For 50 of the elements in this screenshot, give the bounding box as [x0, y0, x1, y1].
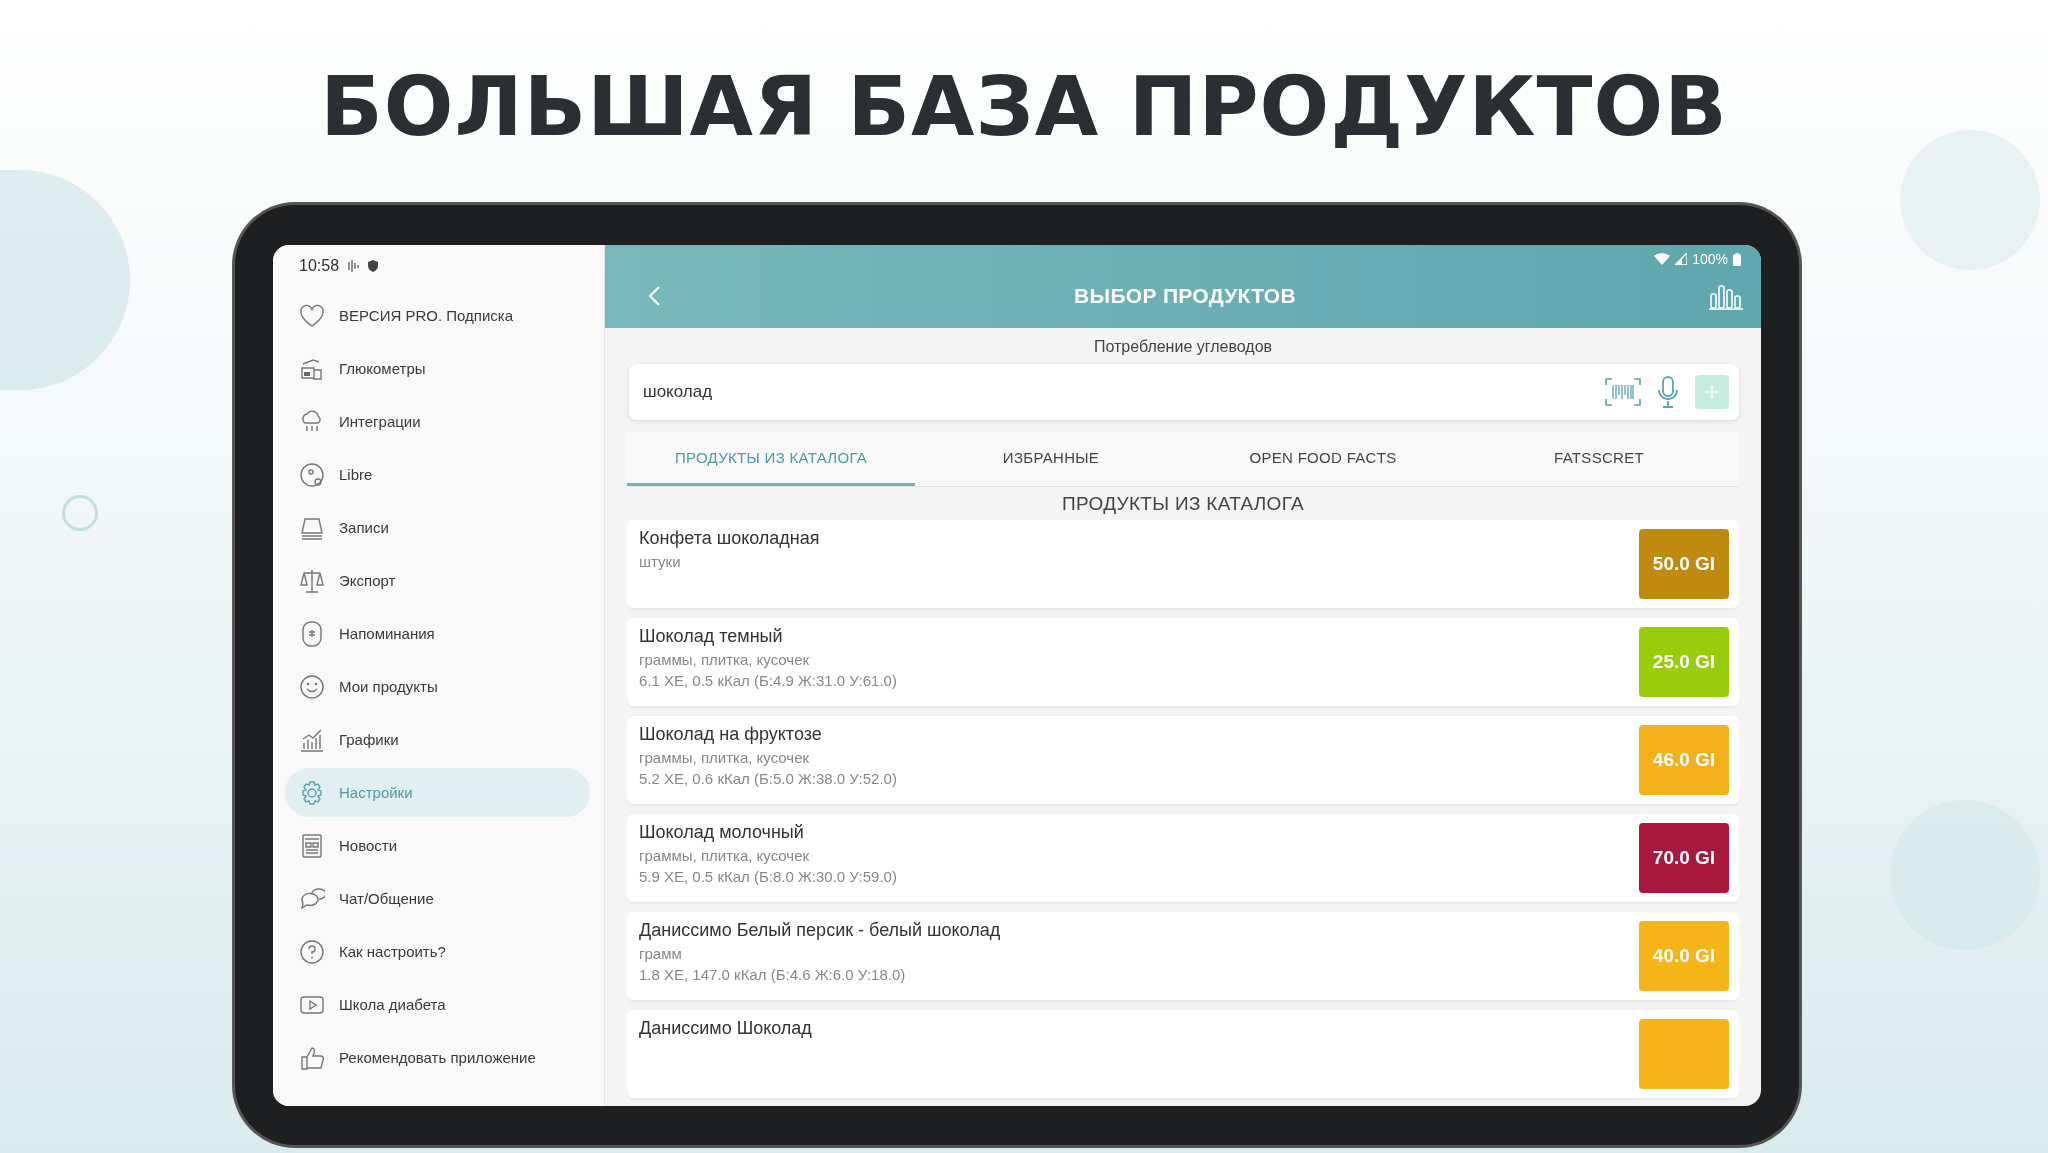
section-title: ПРОДУКТЫ ИЗ КАТАЛОГА — [1061, 493, 1305, 515]
menu-item[interactable]: Графики — [285, 715, 590, 764]
product-units: граммы, плитка, кусочек — [639, 749, 811, 766]
menu-item[interactable]: Рекомендовать приложение — [285, 1033, 590, 1082]
menu-item[interactable]: Школа диабета — [285, 980, 590, 1029]
product-name: Шоколад темный — [639, 626, 784, 647]
product-units: граммы, плитка, кусочек — [639, 651, 811, 668]
search-field[interactable]: шоколад — [629, 364, 1739, 420]
product-name: Даниссимо Шоколад — [639, 1018, 812, 1039]
menu-item[interactable]: ВЕРСИЯ PRO. Подписка — [285, 291, 590, 340]
gi-badge: 25.0 GI — [1639, 627, 1729, 697]
product-nutrition: 1.8 ХЕ, 147.0 кКал (Б:4.6 Ж:6.0 У:18.0) — [639, 966, 907, 983]
menu-item[interactable]: Мои продукты — [285, 662, 590, 711]
product-name: Шоколад молочный — [639, 822, 805, 843]
tab[interactable]: FATSSCRET — [1459, 432, 1739, 486]
menu-item[interactable]: Экспорт — [285, 556, 590, 605]
product-units: грамм — [639, 945, 683, 962]
status-time: 10:58 — [299, 257, 340, 275]
product-name: Конфета шоколадная — [639, 528, 820, 549]
product-nutrition: 5.9 ХЕ, 0.5 кКал (Б:8.0 Ж:30.0 У:59.0) — [639, 868, 897, 885]
product-name: Шоколад на фруктозе — [639, 724, 823, 745]
gi-badge: 46.0 GI — [1639, 725, 1729, 795]
product-nutrition: 6.1 ХЕ, 0.5 кКал (Б:4.9 Ж:31.0 У:61.0) — [639, 672, 897, 689]
headline: БОЛЬШАЯ БАЗА ПРОДУКТОВ — [320, 58, 1728, 156]
product-name: Даниссимо Белый персик - белый шоколад — [639, 920, 1001, 941]
screen-title: ВЫБОР ПРОДУКТОВ — [1074, 284, 1296, 308]
product-units: граммы, плитка, кусочек — [639, 847, 811, 864]
product-nutrition: 5.2 ХЕ, 0.6 кКал (Б:5.0 Ж:38.0 У:52.0) — [639, 770, 897, 787]
menu-item[interactable]: Глюкометры — [285, 344, 590, 393]
product-units: штуки — [639, 553, 682, 570]
menu-item[interactable]: Новости — [285, 821, 590, 870]
product-card[interactable]: Конфета шоколадная штуки 50.0 GI — [627, 520, 1739, 608]
product-card[interactable]: Даниссимо Шоколад — [627, 1010, 1739, 1098]
gi-badge: 40.0 GI — [1639, 921, 1729, 991]
tab[interactable]: ИЗБРАННЫЕ — [915, 432, 1187, 486]
product-card[interactable]: Шоколад темный граммы, плитка, кусочек 6.1 ХЕ, 0.5 кКал (Б:4.9 Ж:31.0 У:61.0) 25.0 GI — [627, 618, 1739, 706]
subtitle: Потребление углеводов — [1092, 338, 1274, 356]
menu-item[interactable]: Записи — [285, 503, 590, 552]
menu-item[interactable]: Чат/Общение — [285, 874, 590, 923]
product-card[interactable]: Шоколад на фруктозе граммы, плитка, кусочек 5.2 ХЕ, 0.6 кКал (Б:5.0 Ж:38.0 У:52.0) 46.0 GI — [627, 716, 1739, 804]
menu-item[interactable]: Libre — [285, 450, 590, 499]
product-card[interactable]: Даниссимо Белый персик - белый шоколад грамм 1.8 ХЕ, 147.0 кКал (Б:4.6 Ж:6.0 У:18.0) 40.0 GI — [627, 912, 1739, 1000]
gi-badge: 50.0 GI — [1639, 529, 1729, 599]
menu-item[interactable]: Напоминания — [285, 609, 590, 658]
menu-item[interactable]: Как настроить? — [285, 927, 590, 976]
gi-badge: 70.0 GI — [1639, 823, 1729, 893]
menu-item[interactable]: Интеграции — [285, 397, 590, 446]
tab[interactable]: OPEN FOOD FACTS — [1187, 432, 1459, 486]
product-card[interactable]: Шоколад молочный граммы, плитка, кусочек 5.9 ХЕ, 0.5 кКал (Б:8.0 Ж:30.0 У:59.0) 70.0 GI — [627, 814, 1739, 902]
battery-level: 100% — [1692, 251, 1728, 267]
